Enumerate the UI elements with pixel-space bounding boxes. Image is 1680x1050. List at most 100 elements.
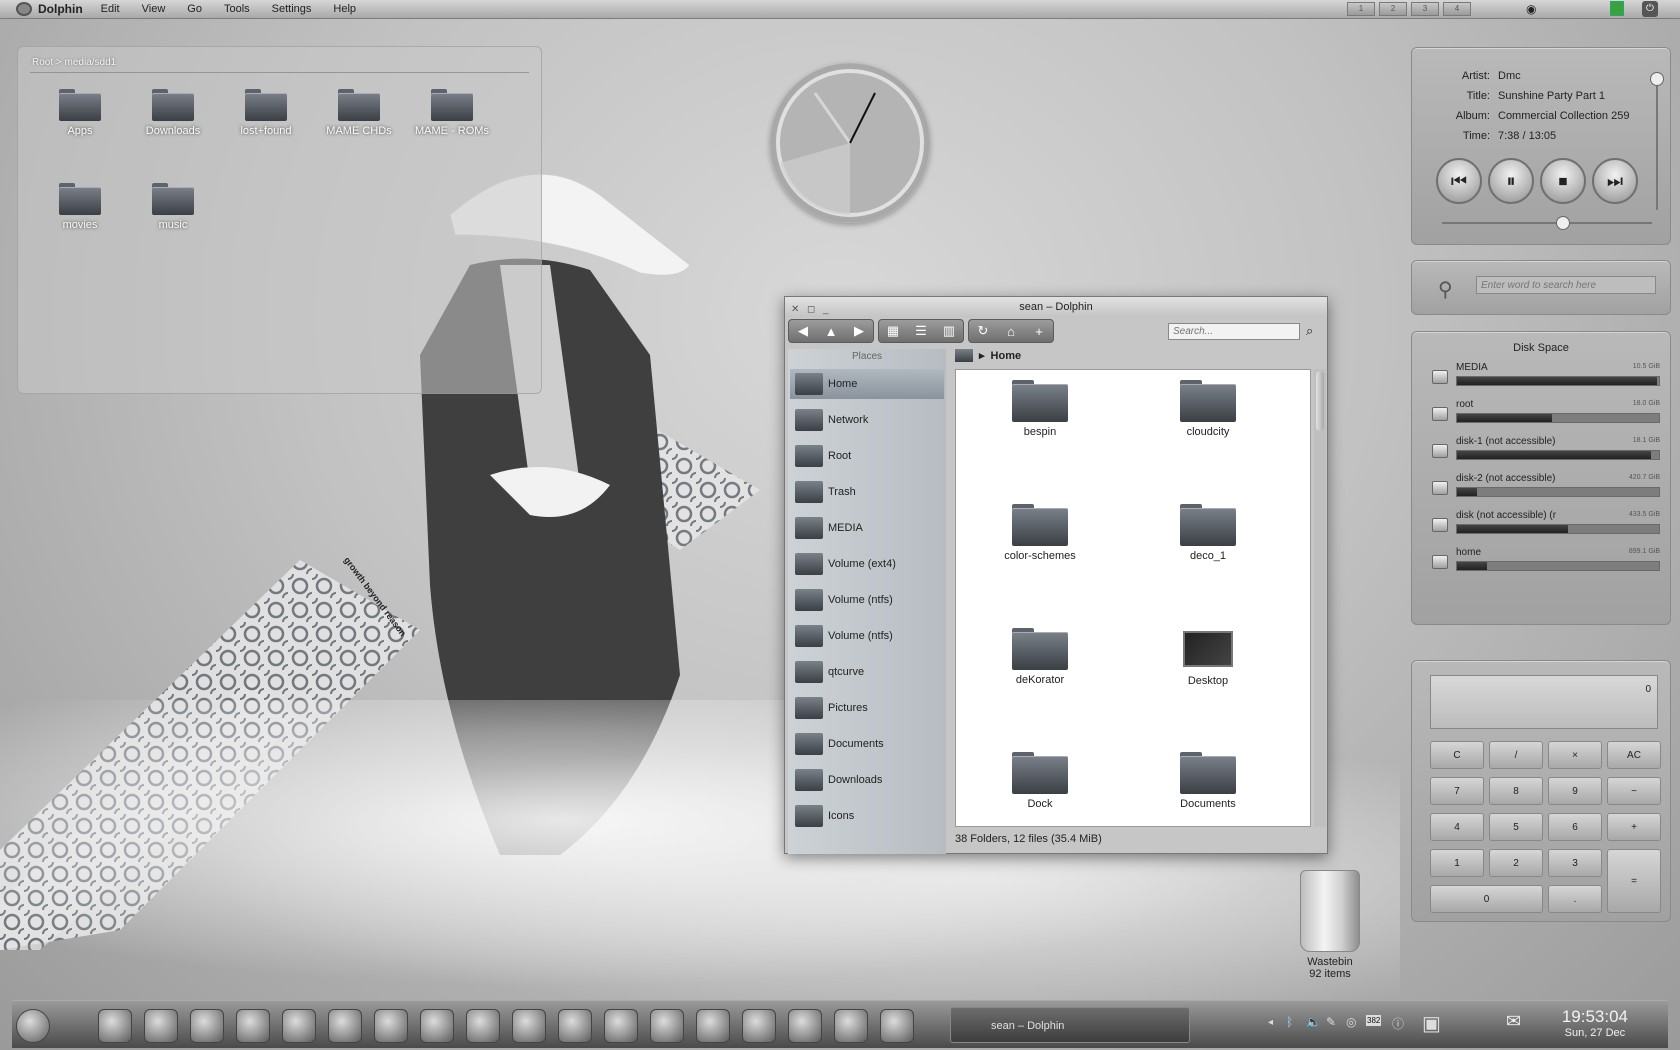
maximize-icon[interactable]: ◻	[807, 300, 815, 320]
disk-row[interactable]: MEDIA 10.5 GiB	[1432, 362, 1660, 392]
network-icon[interactable]: ◉	[1526, 2, 1536, 16]
desktop-folder-music[interactable]: music	[133, 183, 213, 231]
file-item[interactable]: color-schemes	[970, 504, 1110, 562]
disk-row[interactable]: home 899.1 GiB	[1432, 547, 1660, 577]
power-icon[interactable]: ⏻	[1642, 1, 1658, 17]
file-item[interactable]: deKorator	[970, 628, 1110, 686]
calc-button[interactable]: =	[1607, 849, 1661, 913]
back-button[interactable]: ◀	[789, 320, 817, 342]
calc-button[interactable]: C	[1430, 741, 1484, 769]
place-item[interactable]: Volume (ntfs)	[790, 621, 944, 651]
calc-button[interactable]: AC	[1607, 741, 1661, 769]
wastebin[interactable]: Wastebin 92 items	[1290, 870, 1370, 980]
previous-button[interactable]: ⏮	[1436, 158, 1482, 204]
audio-launcher-icon[interactable]	[604, 1009, 638, 1043]
bluetooth-icon[interactable]: ᛒ	[1286, 1015, 1293, 1029]
place-item[interactable]: Documents	[790, 729, 944, 759]
breadcrumb[interactable]: ▸ Home	[955, 349, 1021, 362]
pager-desktop-2[interactable]: 2	[1379, 2, 1407, 16]
firefox-launcher-icon[interactable]	[190, 1009, 224, 1043]
pin-icon[interactable]: ✎	[1326, 1015, 1336, 1029]
digital-clock[interactable]: 19:53:04 Sun, 27 Dec	[1562, 1007, 1628, 1039]
calc-button[interactable]: 9	[1548, 777, 1602, 805]
close-icon[interactable]: ✕	[791, 300, 799, 320]
file-item[interactable]: bespin	[970, 380, 1110, 438]
home-button[interactable]: ⌂	[997, 320, 1025, 342]
menu-settings[interactable]: Settings	[272, 3, 312, 15]
calc-button[interactable]: 3	[1548, 849, 1602, 877]
pause-button[interactable]: ⏸	[1488, 158, 1534, 204]
desktop-folder-downloads[interactable]: Downloads	[133, 89, 213, 137]
dolphin-search-input[interactable]	[1168, 323, 1300, 340]
calc-button[interactable]: 5	[1489, 813, 1543, 841]
menu-go[interactable]: Go	[187, 3, 202, 15]
calc-button[interactable]: 1	[1430, 849, 1484, 877]
place-item[interactable]: Pictures	[790, 693, 944, 723]
volume-slider[interactable]	[1650, 72, 1664, 210]
menu-edit[interactable]: Edit	[101, 3, 120, 15]
info-icon[interactable]: ⓘ	[1392, 1015, 1404, 1032]
details-view-button[interactable]: ☰	[907, 320, 935, 342]
tray-expand-icon[interactable]: ◂	[1268, 1017, 1273, 1028]
tray-battery-indicator[interactable]: 382	[1366, 1015, 1382, 1026]
disk-row[interactable]: root 18.0 GiB	[1432, 399, 1660, 429]
desktop-folder-apps[interactable]: Apps	[40, 89, 120, 137]
calc-button[interactable]: 7	[1430, 777, 1484, 805]
analog-clock-widget[interactable]	[770, 63, 930, 223]
forward-button[interactable]: ▶	[845, 320, 873, 342]
app-logo-icon[interactable]	[16, 2, 32, 16]
battery-icon[interactable]	[1610, 1, 1624, 16]
binoculars-icon[interactable]: ⌕	[1306, 323, 1313, 339]
desktop-folder-mame-roms[interactable]: MAME - ROMs	[412, 89, 492, 137]
seek-handle[interactable]	[1555, 216, 1570, 230]
minimize-icon[interactable]: _	[823, 300, 829, 320]
icons-view-button[interactable]: ▦	[879, 320, 907, 342]
up-button[interactable]: ▲	[817, 320, 845, 342]
web-launcher-icon[interactable]	[236, 1009, 270, 1043]
place-item[interactable]: Volume (ntfs)	[790, 585, 944, 615]
task-dolphin[interactable]: sean – Dolphin	[950, 1007, 1190, 1043]
disk-row[interactable]: disk-2 (not accessible) 420.7 GiB	[1432, 473, 1660, 503]
desktop-folder-mame-chds[interactable]: MAME CHDs	[319, 89, 399, 137]
disk-monitor-icon[interactable]: ◎	[1346, 1015, 1356, 1029]
place-item[interactable]: Trash	[790, 477, 944, 507]
monitor-launcher-icon[interactable]	[650, 1009, 684, 1043]
reload-button[interactable]: ↻	[969, 320, 997, 342]
disk-row[interactable]: disk-1 (not accessible) 18.1 GiB	[1432, 436, 1660, 466]
pager-desktop-4[interactable]: 4	[1443, 2, 1471, 16]
calc-button[interactable]: 2	[1489, 849, 1543, 877]
stop-button[interactable]: ⏹	[1540, 158, 1586, 204]
calc-button[interactable]: −	[1607, 777, 1661, 805]
hardware-icon[interactable]: ▣	[1422, 1011, 1441, 1036]
place-item[interactable]: Icons	[790, 801, 944, 831]
tools-launcher-icon[interactable]	[696, 1009, 730, 1043]
amarok-launcher-icon[interactable]	[466, 1009, 500, 1043]
search-input[interactable]	[1476, 276, 1656, 294]
colosseum-launcher-icon[interactable]	[742, 1009, 776, 1043]
download-launcher-icon[interactable]	[328, 1009, 362, 1043]
network-launcher-icon[interactable]	[788, 1009, 822, 1043]
konsole-launcher-icon[interactable]	[374, 1009, 408, 1043]
place-item[interactable]: Volume (ext4)	[790, 549, 944, 579]
volume-handle[interactable]	[1650, 72, 1664, 86]
feather-launcher-icon[interactable]	[420, 1009, 454, 1043]
disk-row[interactable]: disk (not accessible) (r 433.5 GiB	[1432, 510, 1660, 540]
calc-button[interactable]: 0	[1430, 885, 1543, 913]
image-launcher-icon[interactable]	[834, 1009, 868, 1043]
pager-desktop-3[interactable]: 3	[1411, 2, 1439, 16]
place-item[interactable]: Home	[790, 369, 944, 399]
desktop-folder-lost-found[interactable]: lost+found	[226, 89, 306, 137]
place-item[interactable]: Root	[790, 441, 944, 471]
folderview-breadcrumb[interactable]: Root > media/sdd1	[32, 57, 116, 68]
place-item[interactable]: qtcurve	[790, 657, 944, 687]
menu-help[interactable]: Help	[333, 3, 356, 15]
file-item[interactable]: Desktop	[1138, 628, 1278, 687]
breadcrumb-home[interactable]: Home	[991, 350, 1022, 362]
mail-icon[interactable]: ✉	[1506, 1011, 1521, 1032]
calc-button[interactable]: 4	[1430, 813, 1484, 841]
window-titlebar[interactable]: ✕ ◻ _ sean – Dolphin	[785, 297, 1327, 317]
calc-button[interactable]: 8	[1489, 777, 1543, 805]
launcher-icon[interactable]	[16, 1009, 50, 1043]
menu-view[interactable]: View	[142, 3, 166, 15]
menu-tools[interactable]: Tools	[224, 3, 250, 15]
